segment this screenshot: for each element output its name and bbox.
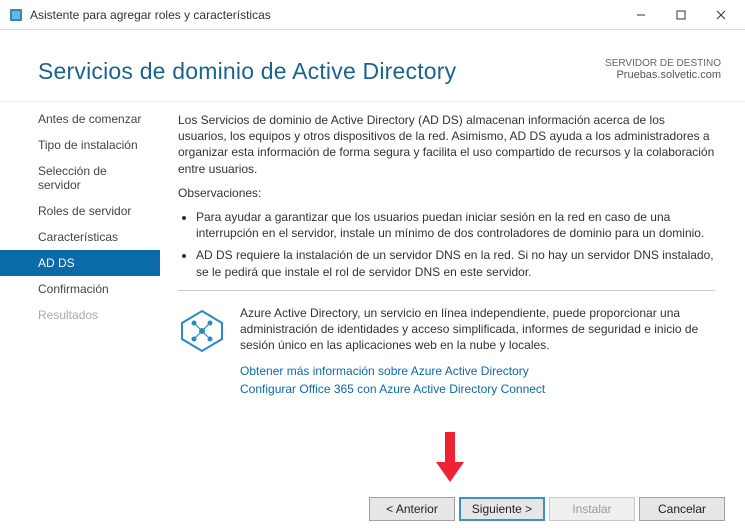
next-button[interactable]: Siguiente > [459, 497, 545, 521]
sidebar-item-label: Roles de servidor [38, 204, 131, 218]
sidebar-item-label: Características [38, 230, 118, 244]
azure-info-box: Azure Active Directory, un servicio en l… [178, 305, 715, 398]
destination-server: SERVIDOR DE DESTINO Pruebas.solvetic.com [605, 58, 721, 81]
azure-learn-more-link[interactable]: Obtener más información sobre Azure Acti… [240, 363, 529, 379]
sidebar-item-results: Resultados [0, 302, 160, 328]
azure-ad-icon [178, 305, 226, 398]
observations-list: Para ayudar a garantizar que los usuario… [178, 209, 715, 280]
cancel-button[interactable]: Cancelar [639, 497, 725, 521]
install-button: Instalar [549, 497, 635, 521]
maximize-button[interactable] [661, 1, 701, 29]
sidebar-item-label: Tipo de instalación [38, 138, 138, 152]
sidebar-item-features[interactable]: Características [0, 224, 160, 250]
sidebar-item-label: Resultados [38, 308, 98, 322]
observations-label: Observaciones: [178, 185, 715, 201]
wizard-footer: < Anterior Siguiente > Instalar Cancelar [369, 497, 725, 521]
destination-label: SERVIDOR DE DESTINO [605, 58, 721, 69]
sidebar-item-label: Selección de servidor [38, 164, 107, 192]
intro-text: Los Servicios de dominio de Active Direc… [178, 112, 715, 177]
content-pane: Los Servicios de dominio de Active Direc… [160, 102, 745, 482]
azure-description: Azure Active Directory, un servicio en l… [240, 305, 715, 354]
wizard-body: Antes de comenzar Tipo de instalación Se… [0, 102, 745, 482]
app-icon [8, 7, 24, 23]
sidebar-item-server-roles[interactable]: Roles de servidor [0, 198, 160, 224]
minimize-button[interactable] [621, 1, 661, 29]
sidebar-item-before-begin[interactable]: Antes de comenzar [0, 106, 160, 132]
divider [178, 290, 715, 291]
list-item: AD DS requiere la instalación de un serv… [196, 247, 715, 279]
sidebar-item-label: AD DS [38, 256, 75, 270]
sidebar-nav: Antes de comenzar Tipo de instalación Se… [0, 102, 160, 482]
window-title: Asistente para agregar roles y caracterí… [30, 8, 621, 22]
sidebar-item-server-selection[interactable]: Selección de servidor [0, 158, 160, 198]
back-button[interactable]: < Anterior [369, 497, 455, 521]
azure-configure-link[interactable]: Configurar Office 365 con Azure Active D… [240, 381, 545, 397]
sidebar-item-install-type[interactable]: Tipo de instalación [0, 132, 160, 158]
destination-value: Pruebas.solvetic.com [605, 69, 721, 81]
sidebar-item-ad-ds[interactable]: AD DS [0, 250, 160, 276]
list-item: Para ayudar a garantizar que los usuario… [196, 209, 715, 241]
sidebar-item-label: Confirmación [38, 282, 109, 296]
titlebar: Asistente para agregar roles y caracterí… [0, 0, 745, 30]
page-title: Servicios de dominio de Active Directory [38, 58, 605, 85]
sidebar-item-confirmation[interactable]: Confirmación [0, 276, 160, 302]
wizard-header: Servicios de dominio de Active Directory… [0, 30, 745, 102]
close-button[interactable] [701, 1, 741, 29]
sidebar-item-label: Antes de comenzar [38, 112, 141, 126]
